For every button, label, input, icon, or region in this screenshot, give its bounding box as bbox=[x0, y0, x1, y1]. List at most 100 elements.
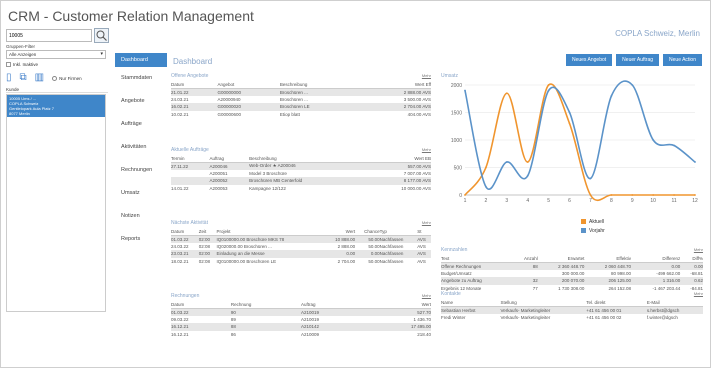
table-row[interactable]: Budget/Umsatz 300 000.00 80 998.00 -499 662… bbox=[441, 270, 703, 278]
invoices-table: Datum Rechnung Auftrag Wert 01.03.22 90 A2100… bbox=[171, 301, 431, 338]
nav-rechnungen[interactable]: Rechnungen bbox=[115, 159, 167, 182]
orders-more-link[interactable]: Mehr bbox=[422, 147, 431, 155]
offers-panel: Offene Angebote Mehr Datum Angebot Beschrei… bbox=[171, 73, 431, 118]
group-filter-select[interactable]: Alle Anzeigen ▾ bbox=[6, 50, 106, 59]
table-row[interactable]: 24.03.22 02:08 IQ020000.00 Broschüren ... 2… bbox=[171, 243, 431, 251]
nav-aktivitaeten[interactable]: Aktivitäten bbox=[115, 136, 167, 159]
table-row[interactable]: Fredi Winter Verkaufs- Marketingleiter +41… bbox=[441, 314, 703, 322]
column-header: Projekt bbox=[216, 228, 324, 236]
table-cell: A200052 bbox=[209, 177, 250, 185]
nav-angebote[interactable]: Angebote bbox=[115, 90, 167, 113]
new-document-icon[interactable]: ▯ bbox=[6, 73, 12, 83]
table-cell: 10 000.00 AVS bbox=[401, 185, 431, 191]
nav-auftraege[interactable]: Aufträge bbox=[115, 113, 167, 136]
kpi-more-link[interactable]: Mehr bbox=[694, 247, 703, 255]
radio-circle[interactable] bbox=[52, 75, 58, 81]
table-cell: 16.12.21 bbox=[171, 323, 231, 331]
search-input[interactable] bbox=[6, 29, 92, 42]
nav-umsatz[interactable]: Umsatz bbox=[115, 182, 167, 205]
table-cell: Verkaufs- Marketingleiter bbox=[500, 306, 587, 314]
column-header: Wert Eff bbox=[358, 81, 431, 89]
data-point bbox=[464, 194, 466, 196]
column-header: Name bbox=[441, 299, 501, 307]
table-cell: Nachfassen bbox=[379, 235, 418, 243]
table-cell: Verkaufs- Marketingleiter bbox=[500, 314, 551, 320]
table-row[interactable]: Angebote zu Auftrag 32 200 070.00 206 125.0… bbox=[441, 277, 703, 285]
table-cell: 24.03.21 bbox=[171, 96, 189, 102]
table-cell: Broschüren LE bbox=[279, 103, 359, 111]
table-row[interactable]: 14.01.22 A200053 Kampagne 12/122 10 000.00 … bbox=[171, 185, 431, 193]
search-icon bbox=[96, 30, 107, 41]
table-row[interactable]: 16.12.21 88 A210142 17 495.00 bbox=[171, 323, 431, 331]
nav-dashboard[interactable]: Dashboard bbox=[115, 53, 167, 67]
table-cell: 0.62 bbox=[680, 277, 703, 285]
table-row[interactable]: Offene Rechnungen 88 2 360 448.70 2 060 448… bbox=[441, 262, 703, 270]
table-cell: Nachfassen bbox=[379, 243, 404, 249]
data-point bbox=[485, 185, 487, 188]
legend-label: Vorjahr bbox=[589, 227, 605, 234]
table-row[interactable]: 21.01.22 G00000000 Broschüren ... 2 888.00 … bbox=[171, 88, 431, 96]
table-row[interactable]: 16.12.21 86 A210009 218.40 bbox=[171, 331, 431, 339]
new-offer-button[interactable]: Neues Angebot bbox=[565, 54, 613, 66]
table-row[interactable]: 01.03.22 90 A210019 527.70 bbox=[171, 308, 431, 316]
series-line-aktuell bbox=[464, 83, 695, 202]
toolbar: ▯ ⧉ ▥ Nur Firmen bbox=[6, 72, 108, 84]
table-row[interactable]: 10.02.21 G00000600 Etiop blatt 404.00 AVS bbox=[171, 111, 431, 119]
table-cell: 02:08 bbox=[198, 243, 210, 249]
column-header: Tel. direkt bbox=[586, 299, 647, 307]
new-action-button[interactable]: Neue Action bbox=[663, 54, 702, 66]
companies-only-radio[interactable]: Nur Firmen bbox=[52, 75, 82, 81]
table-cell: 80 998.00 bbox=[611, 270, 632, 276]
column-header: Datum bbox=[171, 81, 218, 89]
column-header: Text bbox=[441, 255, 514, 263]
inactive-checkbox[interactable]: Inkl. Inaktive bbox=[6, 62, 108, 67]
table-row[interactable]: 16.02.21 G00000020 Broschüren LE 2 704.00 A… bbox=[171, 103, 431, 111]
customer-list[interactable]: 10005 Ums / ... COPLA Schweiz Gentlelopa… bbox=[6, 94, 106, 312]
table-row[interactable]: 27.11.22 A200046 Web-Order ★ A200046 557.00… bbox=[171, 162, 431, 170]
search-button[interactable] bbox=[94, 28, 109, 43]
table-row[interactable]: 24.03.21 A20000940 Broschüren ... 3 500.00 … bbox=[171, 96, 431, 104]
table-row[interactable]: Sebastian Herbst Verkaufs- Marketingleite… bbox=[441, 306, 703, 314]
data-point bbox=[589, 177, 592, 180]
table-row[interactable]: 23.03.21 02:00 Einladung an die Messe 0.00 0… bbox=[171, 250, 431, 258]
data-point bbox=[610, 194, 613, 196]
side-navigation: Dashboard Stammdaten Angebote Aufträge A… bbox=[115, 53, 167, 251]
offers-table: Datum Angebot Beschreibung Wert Eff 21.01.2… bbox=[171, 81, 431, 118]
kpi-title: Kennzahlen bbox=[441, 247, 468, 253]
table-row[interactable]: A200051 Model 3 Broschüre 7 007.00 AVS bbox=[171, 170, 431, 178]
column-header: Datum bbox=[171, 301, 231, 309]
table-row[interactable]: 01.03.22 02:00 IQ0100000.00 Broschüre MKS … bbox=[171, 235, 431, 243]
data-point bbox=[652, 139, 655, 141]
new-order-button[interactable]: Neuer Auftrag bbox=[616, 54, 660, 66]
offers-more-link[interactable]: Mehr bbox=[422, 73, 431, 81]
table-cell: IQ0100000.00 Broschüre MKS 78 bbox=[216, 235, 324, 243]
checkbox-box[interactable] bbox=[6, 62, 11, 67]
data-point bbox=[568, 111, 571, 114]
orders-title: Aktuelle Aufträge bbox=[171, 147, 209, 153]
table-cell: 0.00 bbox=[323, 250, 356, 258]
delete-icon[interactable]: ▥ bbox=[35, 73, 44, 83]
column-header: Diff% bbox=[680, 255, 703, 263]
nav-notizen[interactable]: Notizen bbox=[115, 205, 167, 228]
table-cell: 7 007.00 AVS bbox=[403, 170, 431, 176]
copy-icon[interactable]: ⧉ bbox=[20, 73, 27, 83]
table-cell: 32 bbox=[513, 277, 538, 285]
column-header: Zeit bbox=[198, 228, 217, 236]
list-item-selected[interactable]: 10005 Ums / ... COPLA Schweiz Gentlelopa… bbox=[7, 95, 105, 117]
table-cell: 2 704.00 AVS bbox=[358, 103, 431, 111]
nav-reports[interactable]: Reports bbox=[115, 228, 167, 251]
kpi-table: Text Anzahl Erwartet Effektiv Differenz Diff%… bbox=[441, 255, 703, 292]
table-row[interactable]: 09.03.22 89 A210019 1 436.70 bbox=[171, 316, 431, 324]
activities-more-link[interactable]: Mehr bbox=[422, 220, 431, 228]
nav-stammdaten[interactable]: Stammdaten bbox=[115, 67, 167, 90]
table-row[interactable]: 18.02.21 02:08 IQ0100000.00 Broschüren LE 2… bbox=[171, 258, 431, 266]
table-cell: IQ0100000.00 Broschüren LE bbox=[216, 258, 277, 264]
table-cell: A210009 bbox=[300, 331, 320, 337]
y-tick-label: 0 bbox=[459, 193, 462, 199]
table-cell: Sebastian Herbst bbox=[441, 306, 501, 314]
table-row[interactable]: A200052 Broschüren MB Centerfold 8 177.00 … bbox=[171, 177, 431, 185]
app-title: CRM - Customer Relation Management bbox=[8, 8, 254, 24]
contacts-more-link[interactable]: Mehr bbox=[694, 291, 703, 299]
column-header: Wert EB bbox=[365, 155, 431, 163]
invoices-more-link[interactable]: Mehr bbox=[422, 293, 431, 301]
